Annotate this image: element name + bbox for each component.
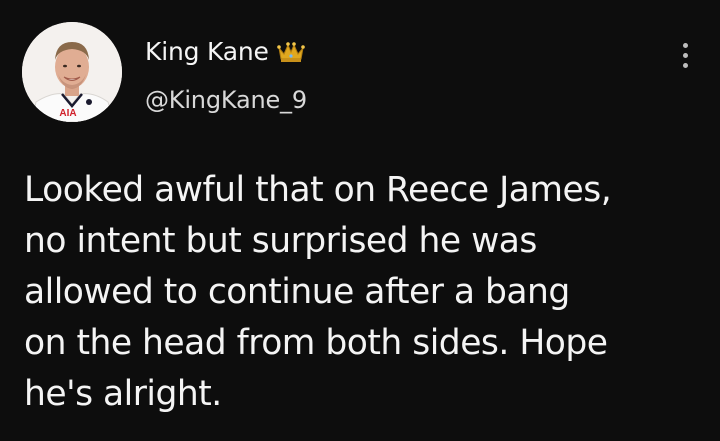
tweet-text: Looked awful that on Reece James, no int… [24,170,612,414]
avatar-photo: AIA [22,22,122,122]
display-name: King Kane [145,36,269,66]
more-options-icon-dot [682,62,688,68]
tweet-card: AIA King Kane @KingKane_9 Looked awful t… [0,0,720,441]
crown-icon [276,41,305,63]
more-options-icon-dot [682,52,688,58]
display-name-row[interactable]: King Kane [145,33,305,69]
avatar-shirt-text: AIA [59,108,76,119]
more-options-button[interactable] [670,38,700,72]
user-handle[interactable]: @KingKane_9 [145,86,307,114]
avatar[interactable]: AIA [22,22,122,122]
more-options-icon [682,42,688,48]
